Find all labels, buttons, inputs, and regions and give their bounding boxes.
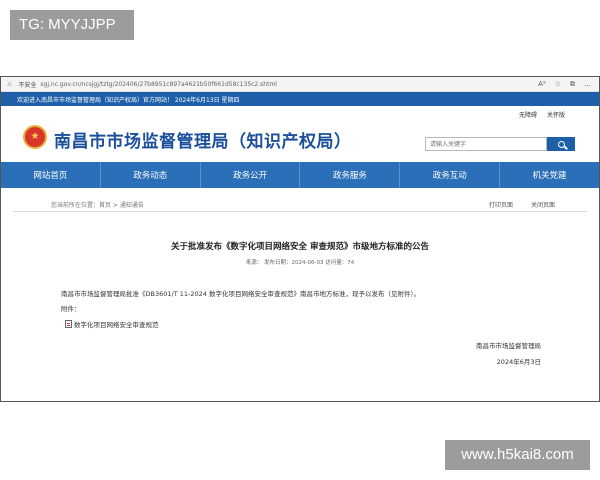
accessibility-link[interactable]: 无障碍 xyxy=(519,110,537,119)
collections-icon[interactable]: ⧉ xyxy=(570,80,575,89)
site-header: 无障碍 关怀版 南昌市市场监督管理局（知识产权局） xyxy=(1,106,599,162)
search-input[interactable] xyxy=(425,137,547,151)
favorite-star-icon[interactable]: ☆ xyxy=(555,80,561,89)
care-mode-link[interactable]: 关怀版 xyxy=(547,110,565,119)
more-menu-icon[interactable]: … xyxy=(584,80,591,89)
close-page-link[interactable]: 关闭页面 xyxy=(531,200,555,209)
warning-icon: ⚠ xyxy=(7,80,13,88)
file-icon xyxy=(65,320,72,328)
nav-services[interactable]: 政务服务 xyxy=(300,162,401,188)
browser-tools: A⁹ ☆ ⧉ … xyxy=(538,80,599,89)
article-paragraph: 南昌市市场监督管理局批准《DB3601/T 11-2024 数字化项目网络安全审… xyxy=(61,290,421,298)
national-emblem-icon xyxy=(23,125,47,149)
signature: 南昌市市场监督管理局 xyxy=(476,342,541,350)
nav-public-affairs[interactable]: 政务公开 xyxy=(201,162,301,188)
url-text[interactable]: sgj.nc.gov.cn/ncsjgj/tztg/202406/27b8951… xyxy=(40,81,538,88)
nav-news[interactable]: 政务动态 xyxy=(101,162,201,188)
print-page-link[interactable]: 打印页面 xyxy=(489,200,513,209)
article-title: 关于批准发布《数字化项目网络安全 审查规范》市级地方标准的公告 xyxy=(171,242,429,252)
browser-window: ⚠ 不安全 sgj.nc.gov.cn/ncsjgj/tztg/202406/2… xyxy=(0,76,600,402)
watermark-bottom-right: www.h5kai8.com xyxy=(445,440,590,470)
read-aloud-icon[interactable]: A⁹ xyxy=(538,80,546,89)
article-content: 您当前所在位置：首页 > 通知通告 打印页面 关闭页面 关于批准发布《数字化项目… xyxy=(13,188,587,398)
search-icon xyxy=(557,140,565,148)
page-actions: 打印页面 关闭页面 xyxy=(489,200,555,209)
security-label: 不安全 xyxy=(18,81,37,89)
attachment-link[interactable]: 数字化项目网络安全审查规范 xyxy=(65,319,159,329)
breadcrumb[interactable]: 您当前所在位置：首页 > 通知通告 xyxy=(51,200,144,209)
watermark-top-left: TG: MYYJJPP xyxy=(10,10,134,40)
attachment-name[interactable]: 数字化项目网络安全审查规范 xyxy=(74,319,159,329)
top-links: 无障碍 关怀版 xyxy=(519,110,565,119)
search-button[interactable] xyxy=(547,137,575,151)
site-title: 南昌市市场监督管理局（知识产权局） xyxy=(54,132,352,152)
publish-date: 2024年6月3日 xyxy=(496,358,541,366)
nav-home[interactable]: 网站首页 xyxy=(1,162,101,188)
welcome-bar: 欢迎进入南昌市市场监督管理局（知识产权局）官方网站！ 2024年6月13日 星期… xyxy=(1,92,599,106)
article-meta: 来源： 发布日期：2024-06-03 访问量：74 xyxy=(245,260,355,266)
search-area xyxy=(425,137,575,151)
main-nav: 网站首页 政务动态 政务公开 政务服务 政务互动 机关党建 xyxy=(1,162,599,188)
nav-party-building[interactable]: 机关党建 xyxy=(500,162,599,188)
address-bar[interactable]: ⚠ 不安全 sgj.nc.gov.cn/ncsjgj/tztg/202406/2… xyxy=(1,77,599,92)
screenshot-stage: TG: MYYJJPP ⚠ 不安全 sgj.nc.gov.cn/ncsjgj/t… xyxy=(0,0,600,480)
attachment-label: 附件： xyxy=(61,305,81,313)
nav-interaction[interactable]: 政务互动 xyxy=(400,162,501,188)
breadcrumb-bar: 您当前所在位置：首页 > 通知通告 打印页面 关闭页面 xyxy=(13,196,587,212)
